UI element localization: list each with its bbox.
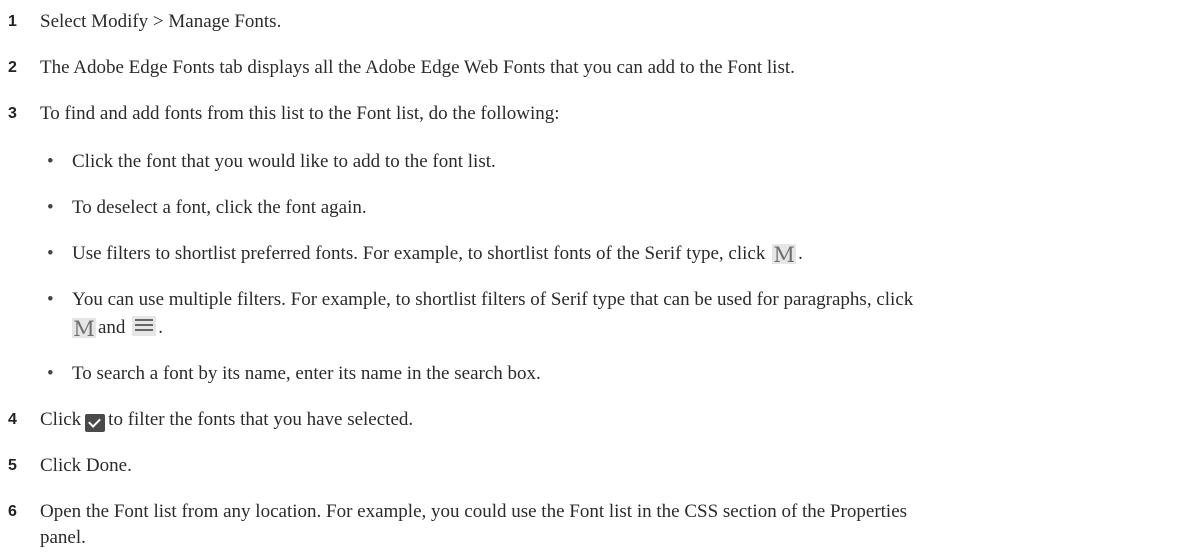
bullet: • xyxy=(47,289,54,310)
substep-text: and xyxy=(98,317,126,338)
substep-icons-line: Mand . xyxy=(72,316,163,341)
step-with-icon: Click to filter the fonts that you have s… xyxy=(40,409,414,432)
substep-text: Click the font that you would like to ad… xyxy=(72,151,496,172)
substep-with-icon: Use filters to shortlist preferred fonts… xyxy=(72,243,803,267)
substep-text: To deselect a font, click the font again… xyxy=(72,197,367,218)
step-number: 4 xyxy=(8,411,17,428)
step-number: 3 xyxy=(8,105,17,122)
step-number: 2 xyxy=(8,59,17,76)
serif-filter-icon: M xyxy=(772,243,797,267)
step-text: To find and add fonts from this list to … xyxy=(40,103,560,124)
step-number: 5 xyxy=(8,457,17,474)
substep-text: Use filters to shortlist preferred fonts… xyxy=(72,243,766,264)
step-text: The Adobe Edge Fonts tab displays all th… xyxy=(40,57,795,78)
step-text: Open the Font list from any location. Fo… xyxy=(40,501,908,522)
checkmark-filter-icon xyxy=(85,414,106,432)
step-text: Click Done. xyxy=(40,455,132,476)
step-text-end: to filter the fonts that you have select… xyxy=(108,409,414,430)
bullet: • xyxy=(47,197,54,218)
step-number: 1 xyxy=(8,13,17,30)
step-text-continued: panel. xyxy=(40,527,86,548)
step-text: Click xyxy=(40,409,82,430)
step-number: 6 xyxy=(8,503,17,520)
step-text: Select Modify > Manage Fonts. xyxy=(40,11,282,32)
substep-text-end: . xyxy=(798,243,803,264)
paragraph-filter-icon xyxy=(132,316,157,336)
bullet: • xyxy=(47,243,54,264)
substep-text: To search a font by its name, enter its … xyxy=(72,363,541,384)
serif-filter-icon: M xyxy=(72,317,96,341)
substep-text: You can use multiple filters. For exampl… xyxy=(72,289,914,310)
substep-text-end: . xyxy=(158,317,163,338)
bullet: • xyxy=(47,363,54,384)
bullet: • xyxy=(47,151,54,172)
